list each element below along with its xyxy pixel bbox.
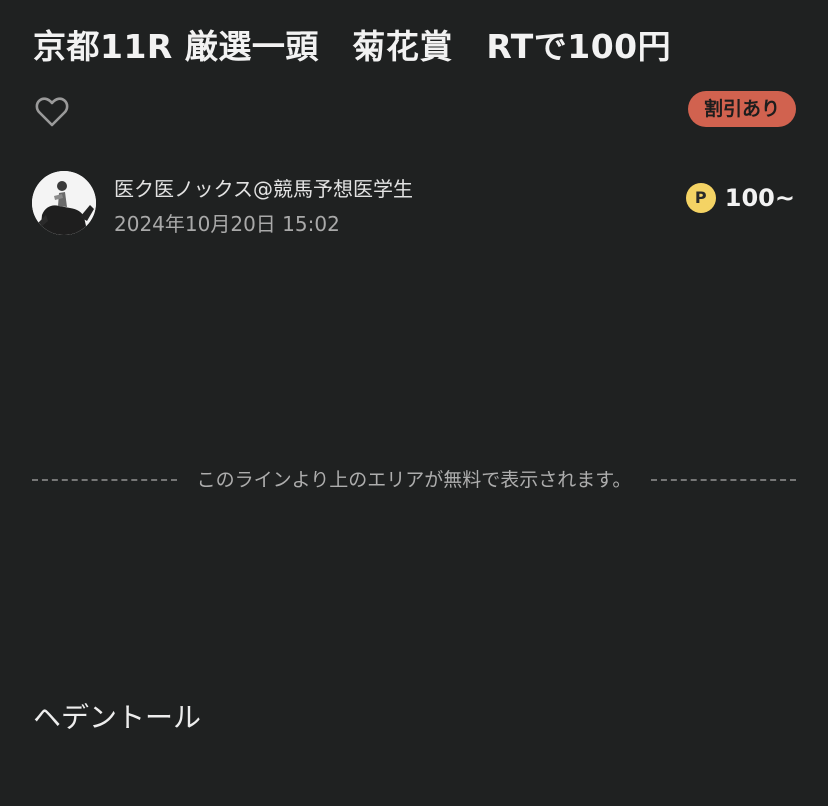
point-coin-icon: P (685, 183, 716, 213)
heart-icon (35, 97, 69, 127)
article-body-text: ヘデントール (33, 701, 202, 734)
free-area-divider: このラインより上のエリアが無料で表示されます。 (32, 466, 797, 494)
price: P 100~ (685, 182, 795, 214)
divider-line-right (651, 479, 797, 481)
publish-date: 2024年10月20日 15:02 (114, 212, 340, 236)
like-button[interactable] (34, 94, 70, 130)
discount-badge: 割引あり (687, 91, 796, 127)
author-name[interactable]: 医ク医ノックス@競馬予想医学生 (114, 175, 413, 203)
divider-line-left (32, 479, 177, 481)
coin-letter: P (694, 188, 707, 207)
article-title: 京都11R 厳選一頭 菊花賞 RTで100円 (33, 27, 672, 66)
avatar[interactable] (32, 171, 96, 235)
free-area-notice: このラインより上のエリアが無料で表示されます。 (196, 469, 632, 491)
price-value: 100~ (724, 184, 795, 212)
avatar-image (32, 171, 96, 235)
